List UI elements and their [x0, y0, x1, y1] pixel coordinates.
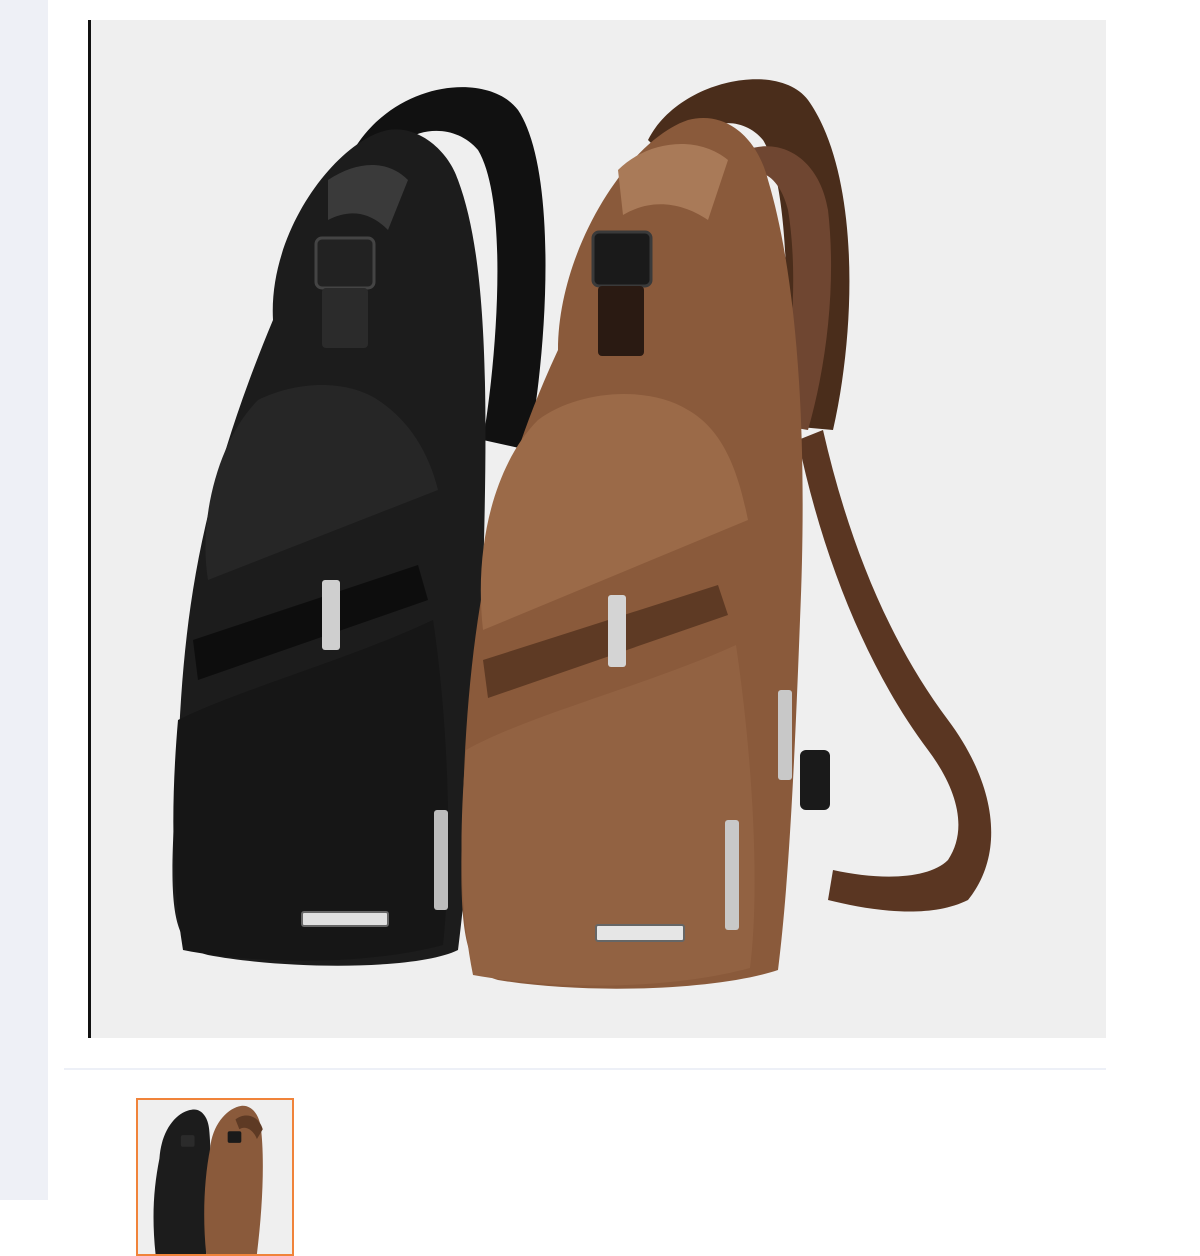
gallery-divider: [64, 1068, 1106, 1070]
viewer-left-edge-line: [88, 20, 91, 1038]
thumbnail-image: [138, 1100, 292, 1254]
thumbnail-selected[interactable]: [136, 1098, 294, 1256]
main-product-image[interactable]: [88, 20, 1106, 1038]
product-photo: [172, 79, 992, 989]
thumbnail-strip: [136, 1098, 1106, 1256]
left-rail: [0, 0, 48, 1200]
left-rail-gutter: [48, 0, 64, 1200]
